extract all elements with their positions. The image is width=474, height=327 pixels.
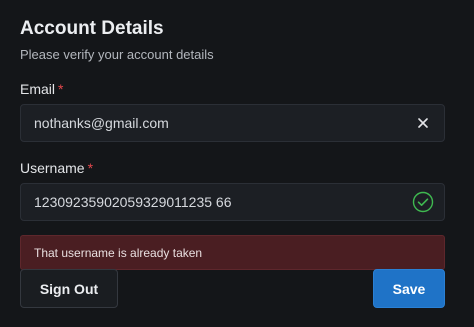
check-circle-icon bbox=[411, 190, 435, 214]
email-label: Email * bbox=[20, 81, 445, 98]
email-label-text: Email bbox=[20, 81, 56, 97]
username-field-container bbox=[20, 183, 445, 221]
account-details-panel: Account Details Please verify your accou… bbox=[0, 0, 474, 327]
page-title: Account Details bbox=[20, 18, 164, 39]
email-field[interactable] bbox=[34, 115, 411, 131]
error-message: That username is already taken bbox=[34, 245, 203, 260]
username-field[interactable] bbox=[34, 194, 411, 210]
email-field-container bbox=[20, 104, 445, 142]
error-alert: That username is already taken bbox=[20, 235, 445, 270]
required-marker: * bbox=[87, 160, 94, 176]
sign-out-button[interactable]: Sign Out bbox=[20, 269, 118, 308]
page-subtitle: Please verify your account details bbox=[20, 47, 214, 62]
save-button[interactable]: Save bbox=[373, 269, 445, 308]
close-icon[interactable] bbox=[411, 111, 435, 135]
username-label: Username * bbox=[20, 160, 445, 177]
username-label-text: Username bbox=[20, 160, 85, 176]
required-marker: * bbox=[58, 81, 64, 97]
form-actions: Sign Out Save bbox=[20, 269, 445, 308]
